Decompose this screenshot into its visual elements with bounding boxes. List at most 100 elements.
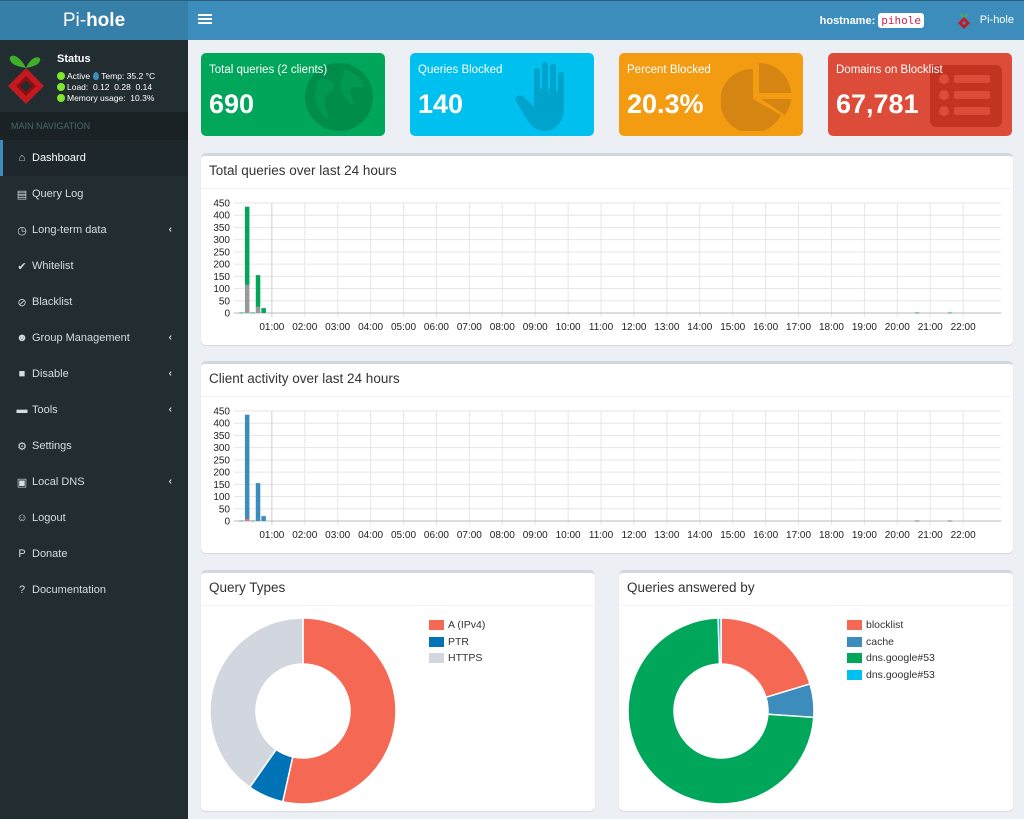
- sidebar-item-group-management[interactable]: ☻ Group Management ‹: [0, 320, 188, 356]
- stat-queries-blocked[interactable]: Queries Blocked 140: [410, 53, 594, 136]
- x-tick-label: 01:00: [259, 530, 284, 541]
- folder-icon: ▬: [16, 404, 28, 416]
- sidebar-toggle-icon[interactable]: [198, 12, 212, 26]
- bar-permitted[interactable]: [244, 206, 250, 285]
- chevron-left-icon: ‹: [168, 404, 172, 415]
- legend-label: blocklist: [866, 619, 904, 632]
- bar-permitted[interactable]: [250, 312, 256, 314]
- x-tick-label: 19:00: [852, 322, 877, 333]
- bar-blocked[interactable]: [255, 306, 261, 313]
- query-types-legend: A (IPv4) PTR HTTPS: [429, 617, 485, 667]
- sidebar-item-label: Local DNS: [32, 476, 85, 488]
- sidebar-item-label: Donate: [32, 548, 68, 560]
- bar-client-1[interactable]: [261, 516, 266, 521]
- legend-item[interactable]: blocklist: [847, 617, 935, 634]
- legend-item[interactable]: dns.google#53: [847, 650, 935, 667]
- y-tick-label: 400: [213, 419, 230, 430]
- logo-text-prefix: Pi-: [62, 10, 87, 31]
- stat-domains-on-blocklist[interactable]: Domains on Blocklist 67,781: [828, 53, 1012, 136]
- x-tick-label: 07:00: [457, 322, 482, 333]
- legend-item[interactable]: cache: [847, 634, 935, 651]
- sidebar-item-blacklist[interactable]: ⊘ Blacklist: [0, 284, 188, 320]
- x-tick-label: 02:00: [292, 322, 317, 333]
- legend-swatch: [847, 620, 862, 631]
- legend-label: HTTPS: [448, 652, 483, 665]
- hand-icon: [515, 62, 564, 131]
- bar-permitted[interactable]: [947, 312, 953, 314]
- legend-label: A (IPv4): [448, 619, 486, 632]
- x-tick-label: 02:00: [292, 530, 317, 541]
- x-tick-label: 10:00: [556, 530, 581, 541]
- nav-header: MAIN NAVIGATION: [0, 112, 188, 140]
- sidebar-item-logout[interactable]: ☺ Logout: [0, 500, 188, 536]
- x-tick-label: 14:00: [687, 322, 712, 333]
- legend-swatch: [429, 620, 444, 631]
- bar-permitted[interactable]: [914, 312, 920, 314]
- x-tick-label: 12:00: [621, 530, 646, 541]
- legend-item[interactable]: HTTPS: [429, 650, 485, 667]
- y-tick-label: 100: [213, 492, 230, 503]
- bar-client-1[interactable]: [914, 520, 920, 522]
- legend-swatch: [429, 653, 444, 664]
- bar-client-1[interactable]: [250, 520, 256, 522]
- slice-blocklist[interactable]: [720, 617, 811, 699]
- sidebar-item-tools[interactable]: ▬ Tools ‹: [0, 392, 188, 428]
- bar-client-2[interactable]: [244, 519, 250, 521]
- x-tick-label: 03:00: [325, 322, 350, 333]
- sidebar-item-dashboard[interactable]: ⌂ Dashboard: [0, 140, 188, 176]
- x-tick-label: 06:00: [424, 530, 449, 541]
- app-logo[interactable]: Pi-hole: [0, 1, 188, 41]
- bar-permitted[interactable]: [255, 275, 261, 307]
- x-tick-label: 05:00: [391, 322, 416, 333]
- status-active: Active: [67, 71, 91, 81]
- x-tick-label: 15:00: [720, 322, 745, 333]
- hostname-value: pihole: [878, 13, 924, 28]
- sidebar-item-label: Whitelist: [32, 260, 74, 272]
- x-tick-label: 10:00: [556, 322, 581, 333]
- sidebar-item-query-log[interactable]: ▤ Query Log: [0, 176, 188, 212]
- y-tick-label: 250: [213, 247, 230, 258]
- status-lines: Active Temp: 35.2 °C Load: 0.12 0.28 0.14…: [57, 71, 155, 104]
- sidebar-item-disable[interactable]: ■ Disable ‹: [0, 356, 188, 392]
- panel-title: Client activity over last 24 hours: [201, 364, 1013, 397]
- x-tick-label: 08:00: [490, 530, 515, 541]
- y-tick-label: 50: [219, 296, 231, 307]
- x-tick-label: 16:00: [753, 530, 778, 541]
- sidebar-item-whitelist[interactable]: ✔ Whitelist: [0, 248, 188, 284]
- status-load: Load: 0.12 0.28 0.14: [67, 82, 153, 92]
- stop-icon: ■: [18, 368, 26, 380]
- memory-status-dot-icon: [57, 94, 65, 102]
- bar-blocked[interactable]: [244, 284, 250, 313]
- legend-item[interactable]: PTR: [429, 634, 485, 651]
- sidebar-item-long-term-data[interactable]: ◷ Long-term data ‹: [0, 212, 188, 248]
- stat-total-queries[interactable]: Total queries (2 clients) 690: [201, 53, 385, 136]
- legend-item[interactable]: dns.google#53: [847, 667, 935, 684]
- check-circle-icon: ✔: [17, 260, 27, 273]
- bar-client-1[interactable]: [947, 520, 953, 522]
- sidebar-item-local-dns[interactable]: ▣ Local DNS ‹: [0, 464, 188, 500]
- hostname-label: hostname:: [819, 14, 876, 27]
- legend-item[interactable]: A (IPv4): [429, 617, 485, 634]
- client-activity-chart: 0 50100150200 250300350400450 01:00 02:00 03:…: [213, 407, 1001, 541]
- legend-swatch: [847, 636, 862, 647]
- panel-title: Query Types: [201, 573, 595, 606]
- bar-client-1[interactable]: [255, 483, 261, 521]
- bar-client-1[interactable]: [239, 520, 244, 522]
- stat-label: Total queries (2 clients): [209, 64, 328, 76]
- file-icon: ▤: [16, 188, 28, 201]
- ban-icon: ⊘: [17, 296, 27, 309]
- user-menu[interactable]: Pi-hole: [956, 11, 1014, 29]
- legend-swatch: [847, 669, 862, 680]
- sidebar-item-documentation[interactable]: ? Documentation: [0, 572, 188, 608]
- stat-percent-blocked[interactable]: Percent Blocked 20.3%: [619, 53, 803, 136]
- sidebar-item-settings[interactable]: ⚙ Settings: [0, 428, 188, 464]
- y-tick-label: 350: [213, 431, 230, 442]
- sidebar-item-label: Blacklist: [32, 296, 73, 308]
- y-tick-label: 300: [213, 443, 230, 454]
- bar-permitted[interactable]: [261, 308, 266, 313]
- x-tick-label: 14:00: [687, 530, 712, 541]
- legend-swatch: [847, 653, 862, 664]
- sidebar-item-donate[interactable]: P Donate: [0, 536, 188, 572]
- bar-permitted[interactable]: [239, 312, 244, 314]
- bar-client-1[interactable]: [244, 414, 250, 520]
